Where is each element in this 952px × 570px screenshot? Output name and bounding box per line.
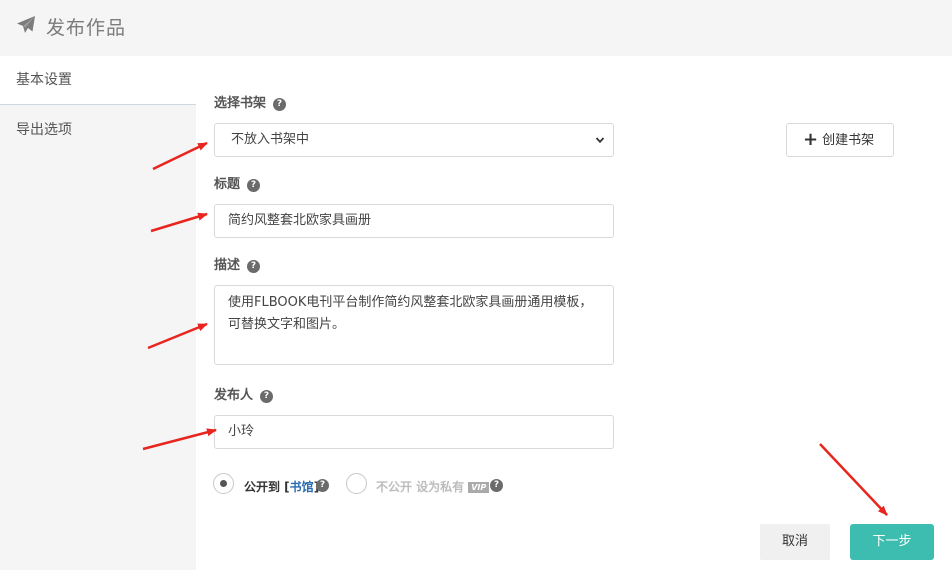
help-icon[interactable]: ? bbox=[260, 390, 274, 403]
sidebar-item-basic-settings[interactable]: 基本设置 bbox=[0, 56, 196, 105]
help-icon[interactable]: ? bbox=[247, 179, 261, 192]
library-link[interactable]: 书馆 bbox=[290, 480, 314, 494]
public-radio[interactable] bbox=[213, 473, 234, 494]
private-radio-label[interactable]: 不公开 设为私有 VIP bbox=[376, 478, 490, 495]
paper-plane-icon bbox=[17, 16, 35, 33]
publisher-label: 发布人? bbox=[214, 384, 274, 403]
help-icon[interactable]: ? bbox=[273, 98, 287, 111]
next-step-button[interactable]: 下一步 bbox=[850, 524, 934, 560]
private-label-text: 不公开 设为私有 bbox=[376, 480, 465, 494]
create-bookshelf-label: 创建书架 bbox=[822, 133, 875, 148]
public-label-prefix: 公开到 [ bbox=[244, 480, 290, 494]
title-bar: 发布作品 bbox=[0, 0, 952, 56]
title-label: 标题? bbox=[214, 173, 261, 192]
publisher-input[interactable]: 小玲 bbox=[214, 415, 614, 449]
private-radio[interactable] bbox=[346, 473, 367, 494]
help-icon[interactable]: ? bbox=[490, 479, 503, 492]
title-label-text: 标题 bbox=[214, 177, 241, 192]
create-bookshelf-button[interactable]: + 创建书架 bbox=[786, 123, 894, 157]
public-radio-label[interactable]: 公开到 [书馆] bbox=[244, 478, 319, 495]
bookshelf-select[interactable]: 不放入书架中 bbox=[214, 123, 614, 157]
plus-icon: + bbox=[803, 129, 819, 150]
publisher-label-text: 发布人 bbox=[214, 388, 254, 403]
bookshelf-label-text: 选择书架 bbox=[214, 96, 267, 111]
page-title: 发布作品 bbox=[46, 17, 127, 39]
arrow-annotation bbox=[819, 443, 888, 516]
description-label: 描述? bbox=[214, 254, 261, 273]
sidebar-item-export-options[interactable]: 导出选项 bbox=[0, 106, 196, 155]
vip-badge: VIP bbox=[468, 482, 490, 493]
chevron-down-icon bbox=[595, 137, 605, 144]
sidebar: 基本设置 导出选项 bbox=[0, 56, 196, 570]
description-label-text: 描述 bbox=[214, 258, 241, 273]
bookshelf-label: 选择书架? bbox=[214, 92, 287, 111]
title-input[interactable]: 简约风整套北欧家具画册 bbox=[214, 204, 614, 238]
help-icon[interactable]: ? bbox=[316, 479, 329, 492]
help-icon[interactable]: ? bbox=[247, 260, 261, 273]
bookshelf-selected-value: 不放入书架中 bbox=[231, 132, 310, 147]
cancel-button[interactable]: 取消 bbox=[760, 524, 830, 560]
description-textarea[interactable]: 使用FLBOOK电刊平台制作简约风整套北欧家具画册通用模板，可替换文字和图片。 bbox=[214, 285, 614, 365]
